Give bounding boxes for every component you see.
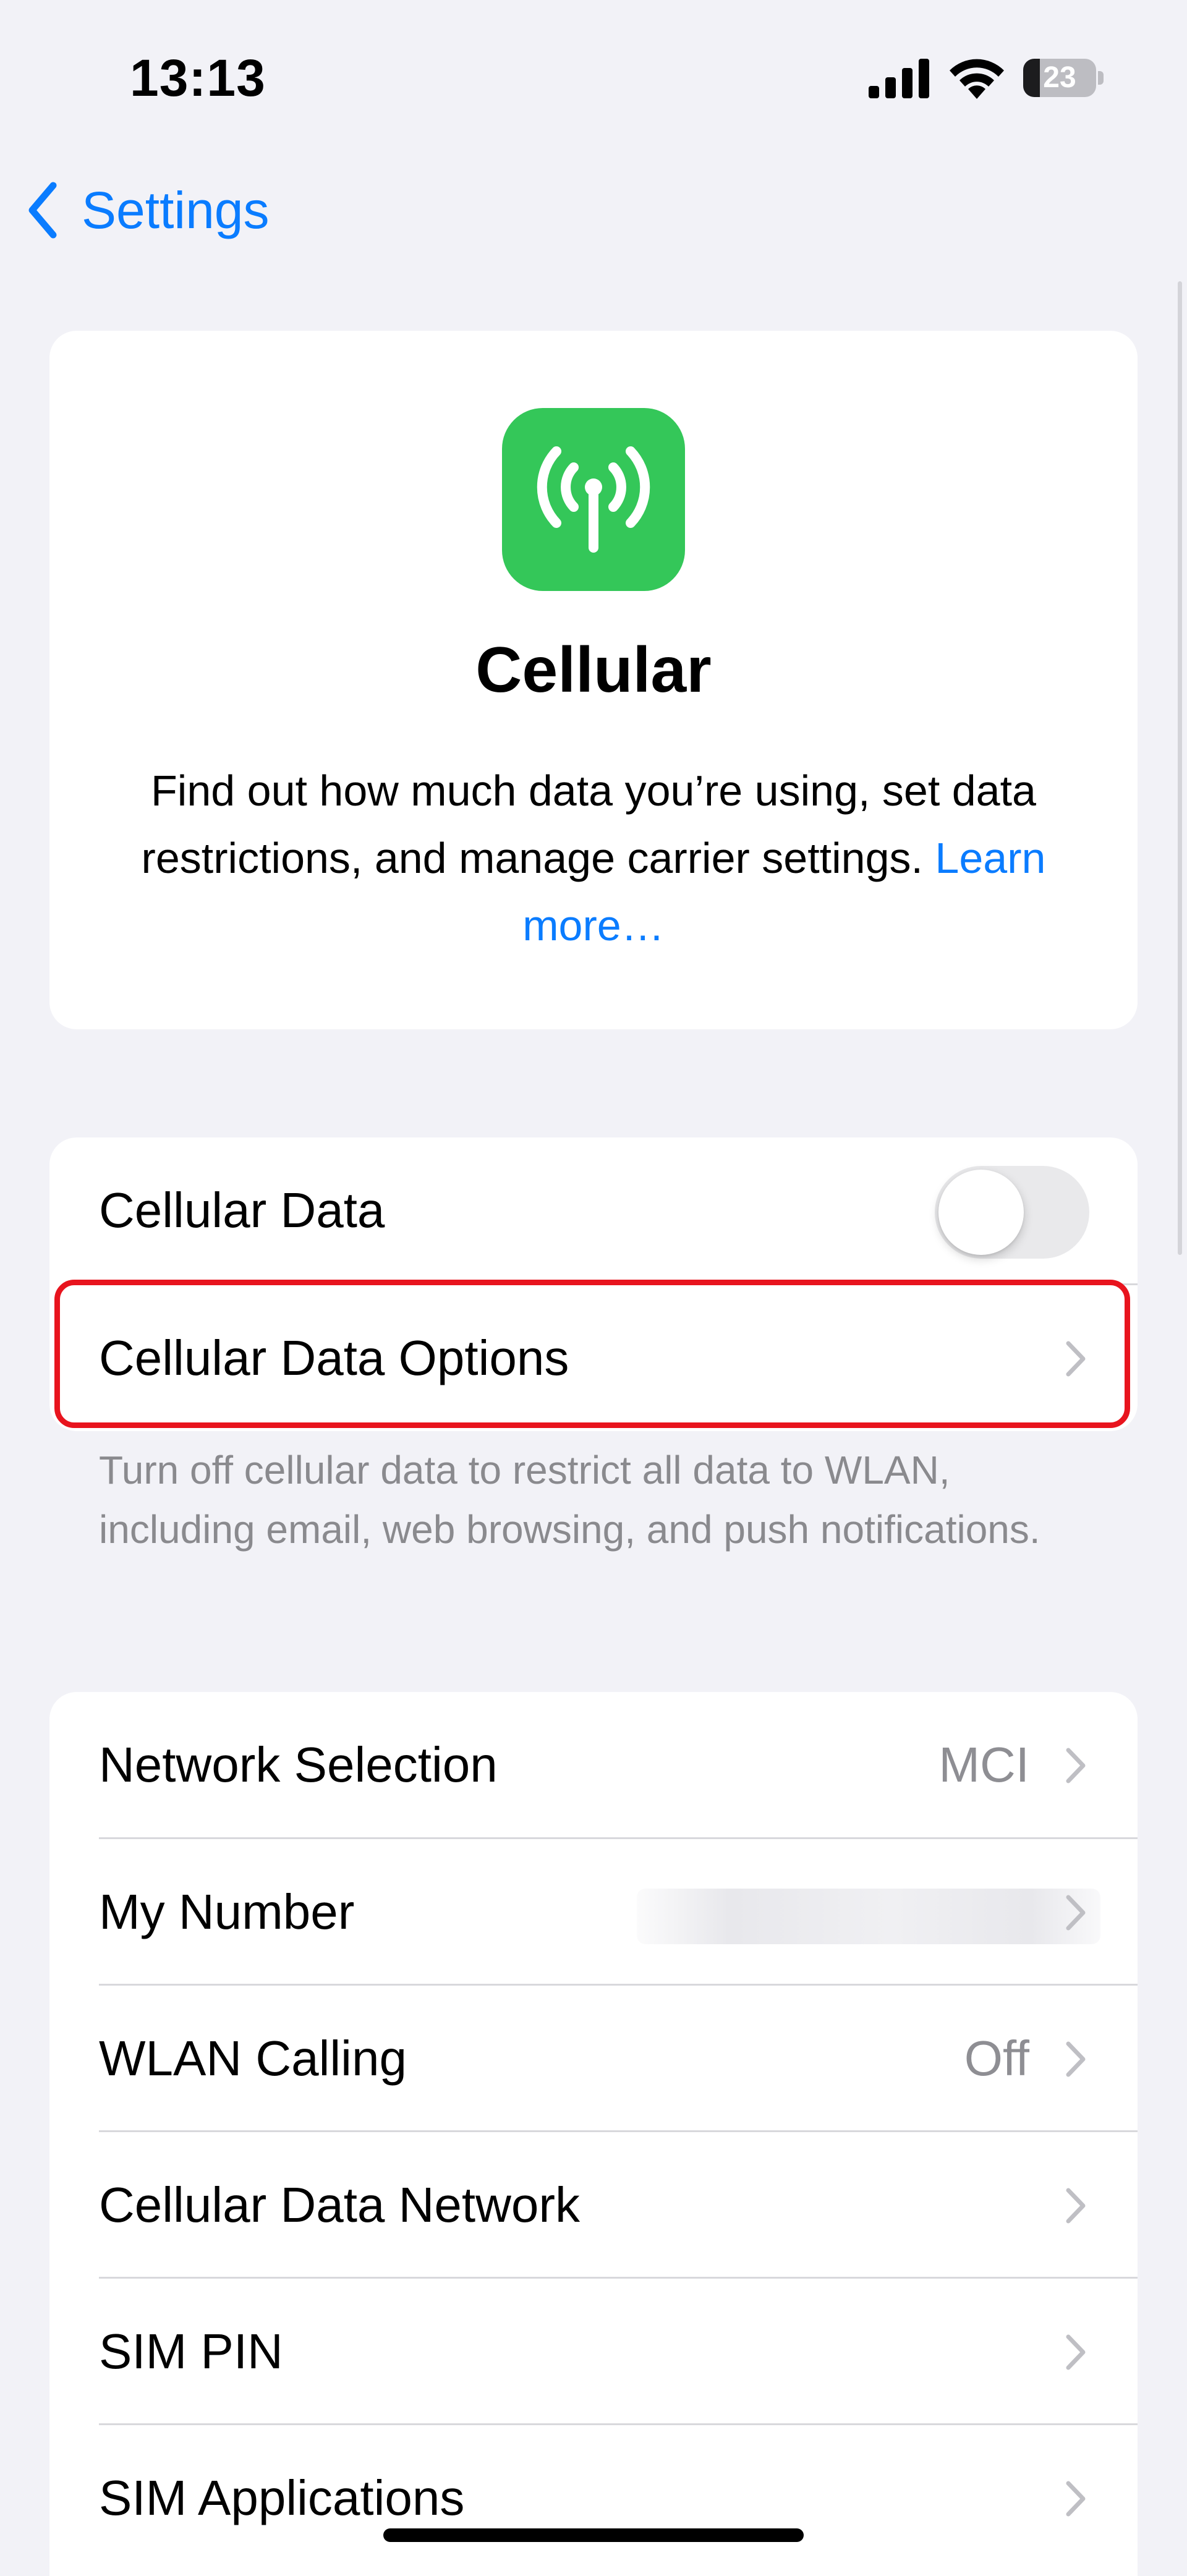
- sim-pin-row[interactable]: SIM PIN: [49, 2279, 1138, 2425]
- chevron-right-icon: [1066, 1748, 1086, 1783]
- chevron-right-icon: [1066, 2041, 1086, 2077]
- back-button[interactable]: Settings: [25, 176, 270, 244]
- page-title: Cellular: [475, 634, 712, 706]
- intro-description: Find out how much data you’re using, set…: [87, 757, 1100, 959]
- cellular-data-toggle[interactable]: [935, 1166, 1089, 1259]
- home-indicator[interactable]: [383, 2528, 804, 2542]
- cellular-data-options-row[interactable]: Cellular Data Options: [49, 1285, 1138, 1431]
- cellular-data-options-label: Cellular Data Options: [99, 1330, 569, 1385]
- network-selection-value: MCI: [938, 1737, 1029, 1792]
- sim-applications-row[interactable]: SIM Applications: [49, 2425, 1138, 2571]
- description-text: Find out how much data you’re using, set…: [141, 767, 1036, 882]
- sim-applications-label: SIM Applications: [99, 2470, 465, 2525]
- toggle-knob: [938, 1170, 1024, 1255]
- chevron-right-icon: [1066, 2188, 1086, 2224]
- status-time: 13:13: [130, 49, 266, 107]
- network-selection-row[interactable]: Network Selection MCI: [49, 1692, 1138, 1838]
- wifi-icon: [950, 59, 1004, 99]
- chevron-right-icon: [1066, 1895, 1086, 1931]
- battery-percent: 23: [1043, 61, 1076, 94]
- chevron-right-icon: [1066, 2334, 1086, 2370]
- back-label: Settings: [82, 181, 270, 239]
- intro-card: Cellular Find out how much data you’re u…: [49, 331, 1138, 1029]
- network-selection-label: Network Selection: [99, 1737, 498, 1792]
- my-number-row[interactable]: My Number: [49, 1839, 1138, 1985]
- redacted-number: [637, 1889, 1100, 1944]
- chevron-right-icon: [1066, 2481, 1086, 2517]
- sim-pin-label: SIM PIN: [99, 2324, 283, 2379]
- cellular-data-network-row[interactable]: Cellular Data Network: [49, 2132, 1138, 2278]
- cellular-data-network-label: Cellular Data Network: [99, 2177, 581, 2232]
- cellular-signal-icon: [869, 59, 929, 98]
- battery-icon: 23: [1023, 59, 1107, 97]
- my-number-label: My Number: [99, 1884, 355, 1939]
- wlan-calling-row[interactable]: WLAN Calling Off: [49, 1986, 1138, 2132]
- cellular-data-footer: Turn off cellular data to restrict all d…: [99, 1448, 1040, 1552]
- status-bar: 13:13 23: [0, 0, 1187, 155]
- network-card: Network Selection MCI My Number WLAN Cal…: [49, 1692, 1138, 2576]
- antenna-radiowaves-icon: [537, 446, 650, 553]
- chevron-left-icon: [28, 182, 57, 239]
- cellular-data-card: Cellular Data Cellular Data Options: [49, 1137, 1138, 1431]
- cellular-data-row: Cellular Data: [49, 1137, 1138, 1283]
- chevron-right-icon: [1066, 1341, 1086, 1377]
- wlan-calling-value: Off: [964, 2031, 1029, 2086]
- cellular-app-icon: [502, 408, 685, 591]
- wlan-calling-label: WLAN Calling: [99, 2031, 407, 2086]
- cellular-data-label: Cellular Data: [99, 1183, 385, 1238]
- scroll-indicator[interactable]: [1178, 281, 1182, 1255]
